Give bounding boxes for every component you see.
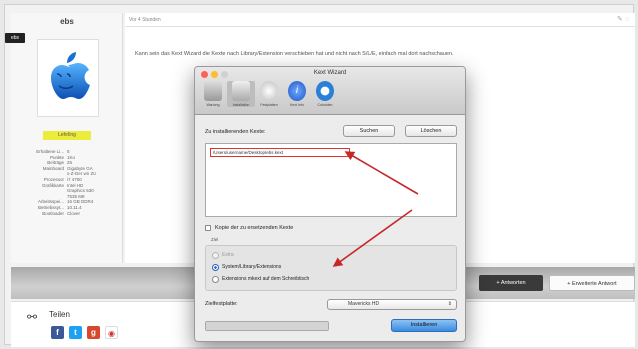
post-tools[interactable]: ✎ ◌ — [617, 13, 629, 27]
advanced-reply-button[interactable]: + Erweiterte Antwort — [549, 275, 635, 291]
apple-logo-icon — [51, 52, 90, 99]
share-label: Teilen — [49, 310, 70, 319]
radio-sle[interactable] — [212, 264, 219, 271]
target-group: Extra System/Library/Extensions Extensio… — [205, 245, 457, 291]
kexts-label: Zu installierenden Kexte: — [205, 129, 266, 135]
twitter-icon[interactable]: t — [69, 326, 82, 339]
toolbar-festplatten[interactable]: Festplatten — [255, 81, 283, 107]
options-icon[interactable]: ◌ — [625, 16, 629, 23]
stat-value: Clover — [67, 210, 81, 216]
stat-key: Bootloader — [42, 210, 64, 216]
facebook-icon[interactable]: f — [51, 326, 64, 339]
post-header: Vor 4 Stunden ✎ ◌ — [125, 13, 635, 27]
toolbar-installation[interactable]: Installation — [227, 81, 255, 107]
username[interactable]: ebs — [11, 17, 123, 26]
radio-extra-label: Extra — [222, 252, 234, 258]
toolbar-label: Installation — [232, 103, 250, 107]
copy-checkbox[interactable] — [205, 225, 211, 231]
toolbar-cuboiden[interactable]: Cuboiden — [311, 81, 339, 107]
window-titlebar: Kext Wizard Wartung Installation Festpla… — [195, 67, 465, 115]
post-body: Kann sein das Kext Wizard die Kexte nach… — [135, 51, 454, 57]
radio-mkext-label: Extensions mkext auf dem Schreibtisch — [222, 276, 310, 282]
toolbar-label: Kext Info — [290, 103, 304, 107]
user-profile: ebs Lehrling Erhaltene Li... 5 Punkte 1Ko Be… — [11, 13, 123, 263]
install-button[interactable]: Installieren — [391, 319, 457, 332]
globe-icon — [316, 81, 334, 101]
disk-icon — [260, 81, 278, 101]
toolbar-wartung[interactable]: Wartung — [199, 81, 227, 107]
google-plus-icon[interactable]: g — [87, 326, 100, 339]
search-button[interactable]: Suchen — [343, 125, 395, 137]
kext-path[interactable]: /Users/username/Desktop/ebs.kext — [210, 148, 350, 157]
disk-select[interactable]: Mavericks HD ⇕ — [327, 299, 457, 310]
advanced-reply-label: Erweiterte Antwort — [572, 281, 617, 287]
post-timestamp: Vor 4 Stunden — [129, 17, 161, 23]
toolbar-label: Wartung — [206, 103, 220, 107]
toolbar-label: Festplatten — [260, 103, 278, 107]
kext-wizard-window: Kext Wizard Wartung Installation Festpla… — [194, 66, 466, 342]
reply-button[interactable]: + Antworten — [479, 275, 543, 291]
edit-icon[interactable]: ✎ — [617, 16, 623, 23]
info-icon: i — [288, 81, 306, 101]
target-label: Ziel — [211, 237, 219, 242]
rank-badge: Lehrling — [43, 131, 91, 140]
kext-list[interactable]: /Users/username/Desktop/ebs.kext — [205, 143, 457, 217]
maintenance-icon — [204, 81, 222, 101]
user-stats: Erhaltene Li... 5 Punkte 1Ko Beiträge 25 Mainb… — [13, 149, 121, 216]
stat-row: Bootloader Clover — [13, 211, 121, 217]
radio-extra[interactable] — [212, 252, 219, 259]
radio-sle-label: System/Library/Extensions — [222, 264, 282, 270]
share-icon: ⚯ — [27, 310, 38, 324]
delete-button[interactable]: Löschen — [405, 125, 457, 137]
reply-button-label: Antworten — [500, 280, 526, 286]
role-badge: ebs — [5, 33, 25, 43]
disk-select-value: Mavericks HD — [348, 301, 380, 307]
copy-checkbox-label: Kopie der zu ersetzenden Kexte — [215, 225, 294, 231]
progress-bar — [205, 321, 329, 331]
toolbar-kext-info[interactable]: i Kext Info — [283, 81, 311, 107]
updown-icon: ⇕ — [447, 301, 452, 307]
radio-mkext[interactable] — [212, 276, 219, 283]
avatar[interactable] — [37, 39, 99, 117]
window-title: Kext Wizard — [313, 70, 347, 76]
reddit-icon[interactable]: ◉ — [105, 326, 118, 339]
install-icon — [232, 81, 250, 101]
disk-label: Zielfestplatte: — [205, 301, 238, 307]
toolbar-label: Cuboiden — [317, 103, 333, 107]
